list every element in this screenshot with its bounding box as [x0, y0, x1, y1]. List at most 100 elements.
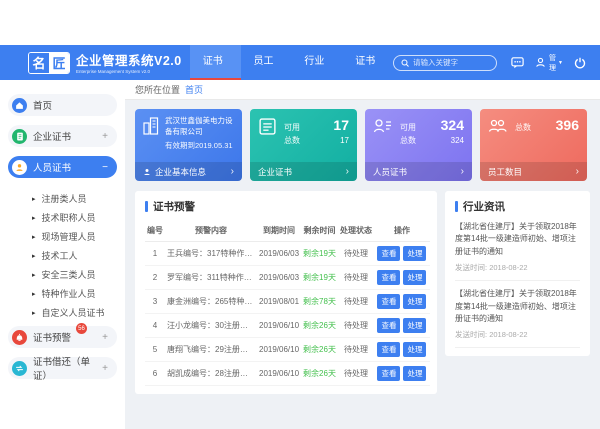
power-icon[interactable] [574, 57, 586, 69]
cell-status: 待处理 [338, 290, 374, 314]
company-info-footer-link[interactable]: 企业基本信息 › [135, 162, 242, 181]
news-item-title: 【湖北省住建厅】关于领取2018年度第14批一级建造师初始、增项注册证书的通知 [455, 288, 580, 325]
table-row: 1 王兵编号：317特种作业... 2019/06/03 剩余19天 待处理 查… [145, 242, 430, 266]
header-search[interactable] [393, 55, 497, 71]
sidebar-sub-custom-cert[interactable]: 自定义人员证书 [32, 303, 117, 322]
col-no: 编号 [145, 220, 165, 242]
expand-plus-icon[interactable]: + [102, 363, 108, 374]
view-button[interactable]: 查看 [377, 270, 400, 285]
main-area: 您所在位置 首页 武汉世鑫伽美电力设备有限公司 有效期到2019.05.31 [125, 80, 600, 429]
person-certs-footer-link[interactable]: 人员证书 › [365, 162, 472, 181]
col-status: 处理状态 [338, 220, 374, 242]
cell-remaining: 剩余26天 [301, 314, 338, 338]
sidebar-item-label: 企业证书 [33, 129, 71, 143]
message-icon[interactable] [511, 57, 524, 69]
tab-staff-management[interactable]: 员工管理 [241, 45, 292, 80]
sidebar-sub-technical-title[interactable]: 技术职称人员 [32, 208, 117, 227]
sidebar-item-cert-borrow[interactable]: 证书借还（单证） + [8, 357, 117, 379]
cell-status: 待处理 [338, 242, 374, 266]
stat-available-value: 324 [441, 117, 464, 133]
person-icon [12, 160, 27, 175]
search-input[interactable] [413, 58, 493, 67]
sidebar-item-home[interactable]: 首页 [8, 94, 117, 116]
person-badge-icon [143, 168, 151, 176]
app-logo: 名 匠 [28, 52, 70, 74]
cell-no: 4 [145, 314, 165, 338]
col-remaining: 剩余时间 [301, 220, 338, 242]
chevron-right-icon: › [231, 166, 234, 177]
cell-no: 3 [145, 290, 165, 314]
cell-status: 待处理 [338, 338, 374, 362]
stat-label: 总数 [515, 122, 531, 133]
cert-warning-table: 编号 预警内容 到期时间 剩余时间 处理状态 操作 1 王兵编号 [145, 220, 430, 386]
cell-expire: 2019/06/10 [257, 362, 301, 386]
staff-count-footer-link[interactable]: 员工数目 › [480, 162, 587, 181]
handle-button[interactable]: 处理 [403, 270, 426, 285]
cell-expire: 2019/06/03 [257, 242, 301, 266]
sidebar-item-person-cert[interactable]: 人员证书 − [8, 156, 117, 178]
news-item[interactable]: 【湖北省住建厅】关于领取2018年度第14批一级建造师初始、增项注册证书的通知 … [455, 214, 580, 281]
collapse-minus-icon[interactable]: − [102, 162, 108, 173]
sidebar-item-cert-warning[interactable]: 证书预警 56 + [8, 326, 117, 348]
tab-industry-news[interactable]: 行业资讯 [291, 45, 342, 80]
building-icon [142, 116, 160, 151]
cert-warning-panel: 证书预警 编号 预警内容 到期时间 剩余时间 处理状态 操作 [135, 191, 437, 394]
cell-content: 罗军编号：311特种作业... [165, 266, 257, 290]
cell-no: 2 [145, 266, 165, 290]
main-nav: 证书管理 员工管理 行业资讯 证书统计 [190, 45, 393, 80]
cell-actions: 查看处理 [374, 266, 430, 290]
breadcrumb: 您所在位置 首页 [125, 80, 600, 100]
logo-char-left: 名 [29, 53, 49, 73]
table-row: 6 胡凯成编号：28注册类人... 2019/06/10 剩余26天 待处理 查… [145, 362, 430, 386]
news-item-title: 【湖北省住建厅】关于领取2018年度第14批一级建造师初始、增项注册证书的通知 [455, 221, 580, 258]
sidebar-sub-site-management[interactable]: 现场管理人员 [32, 227, 117, 246]
tab-cert-management[interactable]: 证书管理 [190, 45, 241, 80]
col-content: 预警内容 [165, 220, 257, 242]
cell-content: 康金洲编号：265特种作... [165, 290, 257, 314]
handle-button[interactable]: 处理 [403, 342, 426, 357]
header-actions: 管理 ▼ [511, 53, 586, 73]
cell-no: 5 [145, 338, 165, 362]
view-button[interactable]: 查看 [377, 366, 400, 381]
app-title: 企业管理系统V2.0 [76, 50, 182, 69]
top-header: 名 匠 企业管理系统V2.0 Enterprise Management Sys… [0, 45, 600, 80]
title-bar-accent [145, 201, 148, 212]
view-button[interactable]: 查看 [377, 294, 400, 309]
company-certs-footer-link[interactable]: 企业证书 › [250, 162, 357, 181]
exchange-icon [12, 361, 27, 376]
breadcrumb-prefix: 您所在位置 [135, 83, 180, 96]
tab-cert-statistics[interactable]: 证书统计 [342, 45, 393, 80]
card-company-certs: 可用 17 总数 17 企业证书 › [250, 109, 357, 181]
news-date-value: 2018-08-22 [489, 263, 527, 272]
card-company-info: 武汉世鑫伽美电力设备有限公司 有效期到2019.05.31 企业基本信息 › [135, 109, 242, 181]
industry-news-panel: 行业资讯 【湖北省住建厅】关于领取2018年度第14批一级建造师初始、增项注册证… [445, 191, 590, 356]
user-menu[interactable]: 管理 ▼ [535, 53, 563, 73]
cell-actions: 查看处理 [374, 290, 430, 314]
stat-cards: 武汉世鑫伽美电力设备有限公司 有效期到2019.05.31 企业基本信息 › [125, 100, 600, 183]
sidebar-sub-special-operation[interactable]: 特种作业人员 [32, 284, 117, 303]
handle-button[interactable]: 处理 [403, 318, 426, 333]
person-list-icon [373, 117, 393, 146]
expand-plus-icon[interactable]: + [102, 332, 108, 343]
view-button[interactable]: 查看 [377, 342, 400, 357]
handle-button[interactable]: 处理 [403, 366, 426, 381]
view-button[interactable]: 查看 [377, 318, 400, 333]
news-item[interactable]: 【湖北省住建厅】关于领取2018年度第14批一级建造师初始、增项注册证书的通知 … [455, 281, 580, 348]
sidebar-item-company-cert[interactable]: 企业证书 + [8, 125, 117, 147]
person-cert-submenu: 注册类人员 技术职称人员 现场管理人员 技术工人 安全三类人员 特种作业人员 自… [8, 187, 117, 326]
expand-plus-icon[interactable]: + [102, 131, 108, 142]
cell-expire: 2019/06/10 [257, 338, 301, 362]
chevron-right-icon: › [461, 166, 464, 177]
stat-label: 可用 [400, 122, 416, 133]
cell-content: 唐翔飞编号：29注册类人... [165, 338, 257, 362]
handle-button[interactable]: 处理 [403, 294, 426, 309]
view-button[interactable]: 查看 [377, 246, 400, 261]
cell-remaining: 剩余26天 [301, 362, 338, 386]
sidebar-sub-registered[interactable]: 注册类人员 [32, 189, 117, 208]
certificate-box-icon [258, 117, 277, 146]
handle-button[interactable]: 处理 [403, 246, 426, 261]
breadcrumb-home-link[interactable]: 首页 [185, 83, 203, 96]
cell-content: 汪小龙编号：30注册类人... [165, 314, 257, 338]
sidebar-sub-technical-worker[interactable]: 技术工人 [32, 246, 117, 265]
sidebar-sub-safety-three[interactable]: 安全三类人员 [32, 265, 117, 284]
